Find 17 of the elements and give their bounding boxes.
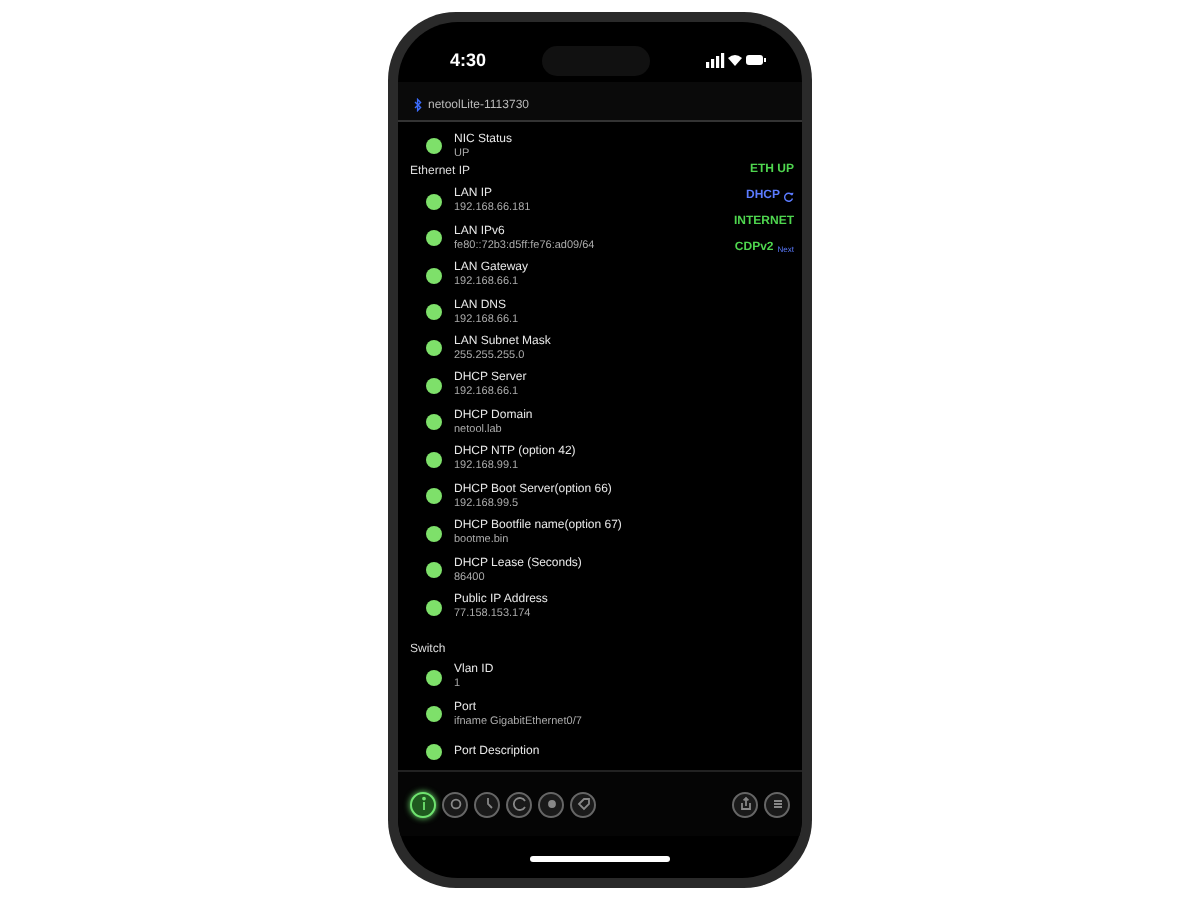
share-icon	[735, 794, 755, 814]
status-time: 4:30	[450, 50, 487, 70]
bluetooth-icon	[414, 98, 422, 112]
clock-tab[interactable]	[474, 791, 500, 817]
tag-icon	[573, 794, 593, 814]
refresh-icon	[509, 794, 529, 814]
info-tab[interactable]	[410, 791, 436, 817]
home-indicator	[530, 856, 670, 862]
refresh-icon	[784, 191, 794, 201]
circle-icon	[445, 794, 465, 814]
menu-button[interactable]	[764, 791, 790, 817]
tag-tab[interactable]	[570, 791, 596, 817]
share-tab[interactable]	[732, 791, 758, 817]
record-tab[interactable]	[538, 791, 564, 817]
refresh-tab[interactable]	[506, 791, 532, 817]
camera-tab[interactable]	[442, 791, 468, 817]
status-icons	[705, 52, 766, 68]
